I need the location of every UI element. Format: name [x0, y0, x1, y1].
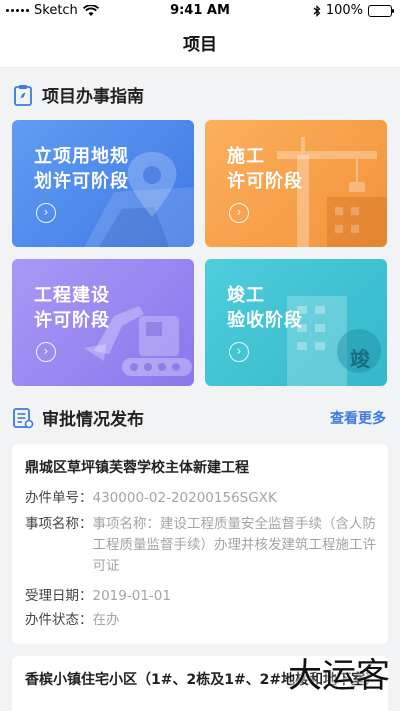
arrow-right-icon: ›: [229, 203, 249, 223]
approval-card[interactable]: 鼎城区草坪镇芙蓉学校主体新建工程 办件单号： 430000-02-2020015…: [12, 444, 388, 644]
completion-badge: 竣: [350, 347, 370, 371]
approval-number: 430000-02-20200156SGXK: [92, 490, 277, 506]
arrow-right-icon: ›: [229, 342, 249, 362]
approval-matter: 事项名称：建设工程质量安全监督手续（含人防工程质量监督手续）办理并核发建筑工程施…: [92, 516, 377, 574]
arrow-right-icon: ›: [36, 342, 56, 362]
approval-status-row: 办件状态： 在办: [25, 610, 120, 631]
approval-date-row: 受理日期： 2019-01-01: [25, 586, 171, 607]
clipboard-compass-icon: [14, 84, 32, 106]
field-label: 办件状态：: [25, 612, 93, 628]
field-label: 受理日期：: [25, 588, 93, 604]
bluetooth-icon: [313, 4, 321, 17]
stage-card-construction-permit[interactable]: 施工 许可阶段 ›: [205, 120, 387, 247]
approvals-section-title: 审批情况发布: [42, 410, 144, 430]
approval-date: 2019-01-01: [92, 588, 171, 604]
watermark-logo: 大运客: [288, 656, 390, 696]
arrow-right-icon: ›: [36, 203, 56, 223]
stage-card-title: 工程建设 许可阶段: [34, 285, 110, 331]
stage-card-land-planning[interactable]: 立项用地规 划许可阶段 ›: [12, 120, 194, 247]
nav-title: 项目: [0, 22, 400, 68]
stage-card-completion-acceptance[interactable]: 竣工 验收阶段 竣 ›: [205, 259, 387, 386]
status-bar: Sketch 9:41 AM 100%: [0, 0, 400, 22]
field-label: 事项名称：: [25, 516, 93, 532]
see-more-link[interactable]: 查看更多: [330, 408, 386, 428]
stage-card-title: 施工 许可阶段: [227, 146, 303, 192]
document-list-icon: [13, 407, 34, 428]
approval-status: 在办: [92, 612, 120, 628]
guide-section-header: 项目办事指南: [12, 82, 144, 107]
status-right: 100%: [313, 3, 394, 18]
stage-card-title: 立项用地规 划许可阶段: [34, 146, 129, 192]
stage-card-title: 竣工 验收阶段: [227, 285, 303, 331]
approval-matter-row: 事项名称： 事项名称：建设工程质量安全监督手续（含人防工程质量监督手续）办理并核…: [25, 514, 377, 577]
battery-percent: 100%: [325, 3, 363, 18]
stage-card-engineering-permit[interactable]: 工程建设 许可阶段 ›: [12, 259, 194, 386]
guide-section-title: 项目办事指南: [42, 87, 144, 107]
approval-project-name: 鼎城区草坪镇芙蓉学校主体新建工程: [25, 460, 249, 476]
approvals-section-header: 审批情况发布: [12, 405, 144, 430]
field-label: 办件单号：: [25, 490, 93, 506]
approval-number-row: 办件单号： 430000-02-20200156SGXK: [25, 488, 277, 509]
battery-icon: [368, 4, 394, 17]
